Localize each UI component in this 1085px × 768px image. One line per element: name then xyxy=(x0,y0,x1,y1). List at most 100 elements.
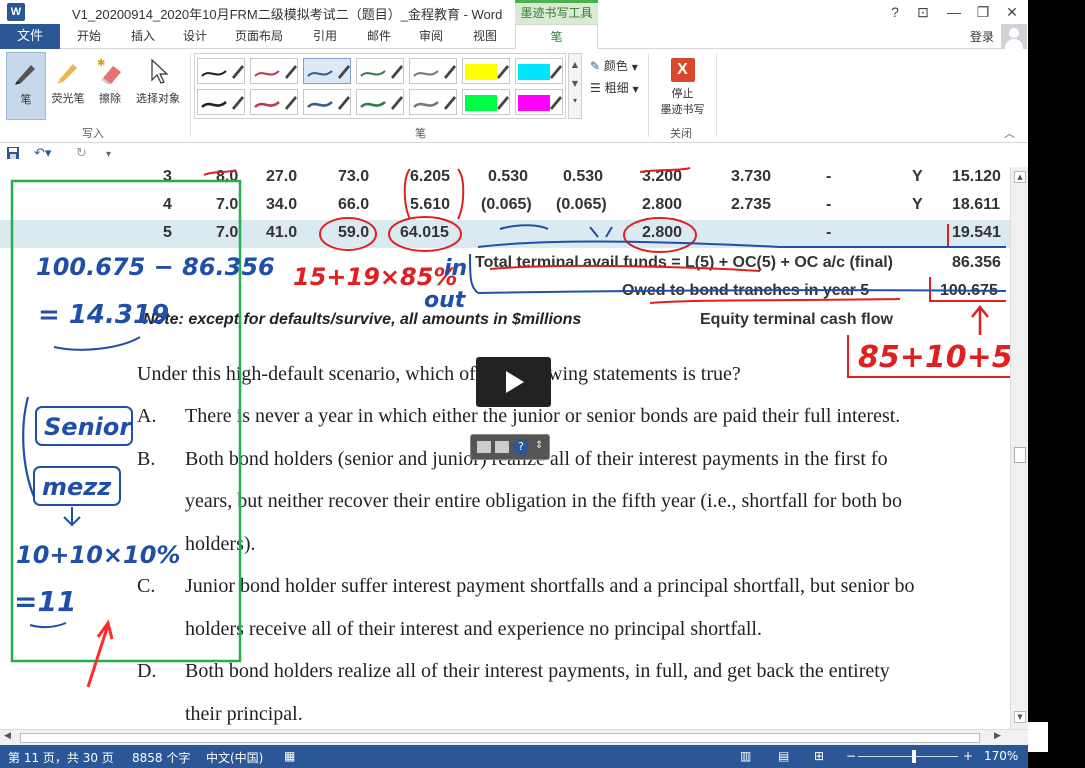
help-icon[interactable]: ? xyxy=(513,439,529,455)
ribbon-display-options-button[interactable]: ⊡ xyxy=(912,2,934,22)
avatar[interactable] xyxy=(1001,24,1027,49)
tab-file[interactable]: 文件 xyxy=(0,24,60,49)
tab-mailings[interactable]: 邮件 xyxy=(354,24,404,49)
language-indicator[interactable]: 中文(中国) xyxy=(206,749,263,766)
collapse-ribbon-icon[interactable]: ︿ xyxy=(1004,125,1015,141)
pen-swatch[interactable] xyxy=(250,58,298,84)
more-icon[interactable]: ▾ xyxy=(569,96,581,105)
zoom-out-button[interactable]: − xyxy=(846,749,856,763)
red-bracket xyxy=(847,335,1010,378)
table-cell: 66.0 xyxy=(338,196,370,213)
table-cell: 34.0 xyxy=(266,196,298,213)
stop-inking-button[interactable]: X 停止 墨迹书写 xyxy=(655,54,710,124)
save-icon[interactable] xyxy=(6,146,20,164)
tab-design[interactable]: 设计 xyxy=(170,24,220,49)
zoom-level[interactable]: 170% xyxy=(984,749,1018,763)
undo-icon[interactable]: ↶▾ xyxy=(34,146,51,161)
option-text: years, but neither recover their entire … xyxy=(185,490,902,512)
pen-swatch[interactable] xyxy=(197,89,245,115)
table-cell: 5.610 xyxy=(410,196,451,213)
redo-icon[interactable]: ↻ xyxy=(76,146,87,161)
pen-swatch-selected[interactable] xyxy=(303,58,351,84)
scroll-up-arrow-icon[interactable]: ▲ xyxy=(1014,171,1026,183)
highlighter-swatch[interactable] xyxy=(462,89,510,115)
scrollbar-thumb[interactable] xyxy=(1014,447,1026,463)
pen-swatch[interactable] xyxy=(409,89,457,115)
restore-button[interactable]: ❐ xyxy=(972,2,994,22)
owed-label: Owed to bond tranches in year 5 xyxy=(622,282,870,299)
option-letter: A. xyxy=(137,405,157,427)
svg-text:✱: ✱ xyxy=(97,58,105,69)
eraser-tool-button[interactable]: ✱ 擦除 xyxy=(92,52,128,120)
video-play-button[interactable] xyxy=(476,357,551,407)
highlighter-swatch[interactable] xyxy=(462,58,510,84)
equity-cash-flow-label: Equity terminal cash flow xyxy=(700,311,893,328)
pen-swatch[interactable] xyxy=(197,58,245,84)
tab-view[interactable]: 视图 xyxy=(460,24,510,49)
keyboard-icon[interactable] xyxy=(495,441,509,453)
scroll-down-arrow-icon[interactable]: ▼ xyxy=(1014,711,1026,723)
mini-toolbar[interactable]: ? ⇕ xyxy=(470,434,550,460)
eraser-icon: ✱ xyxy=(95,56,125,86)
select-objects-button[interactable]: 选择对象 xyxy=(130,52,186,120)
word-count[interactable]: 8858 个字 xyxy=(132,749,190,766)
group-close-label: 关闭 xyxy=(670,127,692,140)
macro-record-icon[interactable]: ▦ xyxy=(284,749,295,763)
total-funds-value: 86.356 xyxy=(952,254,1001,271)
chevron-down-icon[interactable]: ⇕ xyxy=(535,440,543,451)
table-cell: 3.730 xyxy=(731,168,772,185)
option-letter: C. xyxy=(137,575,156,597)
grid-icon[interactable] xyxy=(477,441,491,453)
document-page[interactable]: 3 8.0 27.0 73.0 6.205 0.530 0.530 3.200 … xyxy=(0,167,1010,729)
sign-in-link[interactable]: 登录 xyxy=(970,28,994,45)
pen-swatch[interactable] xyxy=(356,89,404,115)
scroll-left-arrow-icon[interactable]: ◀ xyxy=(4,731,11,741)
print-layout-icon[interactable]: ▤ xyxy=(778,749,789,763)
highlighter-swatch[interactable] xyxy=(515,58,563,84)
highlighter-tool-button[interactable]: 荧光笔 xyxy=(48,52,88,120)
pen-gallery-scroll[interactable]: ▲ ▼ ▾ xyxy=(568,53,582,119)
option-letter: D. xyxy=(137,660,157,682)
vertical-scrollbar[interactable]: ▲ ▼ xyxy=(1010,167,1028,729)
page-count[interactable]: 第 11 页，共 30 页 xyxy=(8,749,114,766)
pen-color-dropdown[interactable]: ✎ 颜色 ▼ xyxy=(590,57,638,74)
scroll-down-icon[interactable]: ▼ xyxy=(569,79,581,88)
scroll-right-arrow-icon[interactable]: ▶ xyxy=(994,731,1001,741)
customize-toolbar-icon[interactable]: ▾ xyxy=(106,149,111,160)
pen-swatch[interactable] xyxy=(250,89,298,115)
pen-swatch[interactable] xyxy=(409,58,457,84)
table-cell: (0.065) xyxy=(556,196,607,213)
close-button[interactable]: ✕ xyxy=(1001,2,1023,22)
tab-home[interactable]: 开始 xyxy=(64,24,114,49)
pen-tool-button[interactable]: 笔 xyxy=(6,52,46,120)
read-mode-icon[interactable]: ▥ xyxy=(740,749,751,763)
zoom-slider-thumb[interactable] xyxy=(912,750,916,763)
pen-thickness-dropdown[interactable]: ☰ 粗细 ▼ xyxy=(590,79,639,96)
word-app-icon[interactable]: W xyxy=(7,3,25,21)
pen-swatch[interactable] xyxy=(303,89,351,115)
web-layout-icon[interactable]: ⊞ xyxy=(814,749,824,763)
horizontal-scrollbar[interactable]: ◀ ▶ xyxy=(0,729,1028,745)
pen-swatch[interactable] xyxy=(356,58,404,84)
ribbon-pen: 笔 荧光笔 ✱ 擦除 选择对象 写入 ▲ ▼ ▾ ✎ 颜色 ▼ ☰ 粗细 ▼ 笔… xyxy=(0,49,1028,143)
table-cell: Y xyxy=(912,168,923,185)
tab-review[interactable]: 审阅 xyxy=(406,24,456,49)
minimize-button[interactable]: — xyxy=(943,2,965,22)
scroll-up-icon[interactable]: ▲ xyxy=(569,60,581,69)
table-cell: 2.800 xyxy=(642,196,683,213)
blue-ink-mezz: mezz xyxy=(42,473,112,501)
option-text: Junior bond holder suffer interest payme… xyxy=(185,575,915,597)
ink-tools-context-label: 墨迹书写工具 xyxy=(515,0,598,24)
zoom-slider-track[interactable] xyxy=(858,756,958,757)
scrollbar-thumb[interactable] xyxy=(20,733,980,743)
tab-references[interactable]: 引用 xyxy=(300,24,350,49)
tab-page-layout[interactable]: 页面布局 xyxy=(228,24,290,49)
tab-pen[interactable]: 笔 xyxy=(515,24,598,49)
zoom-in-button[interactable]: + xyxy=(963,749,973,763)
table-cell: 6.205 xyxy=(410,168,451,185)
question-text: Under this high-default scenario, which … xyxy=(137,363,741,385)
help-button[interactable]: ? xyxy=(884,2,906,22)
tab-insert[interactable]: 插入 xyxy=(118,24,168,49)
highlighter-swatch[interactable] xyxy=(515,89,563,115)
pen-gallery xyxy=(194,53,566,119)
